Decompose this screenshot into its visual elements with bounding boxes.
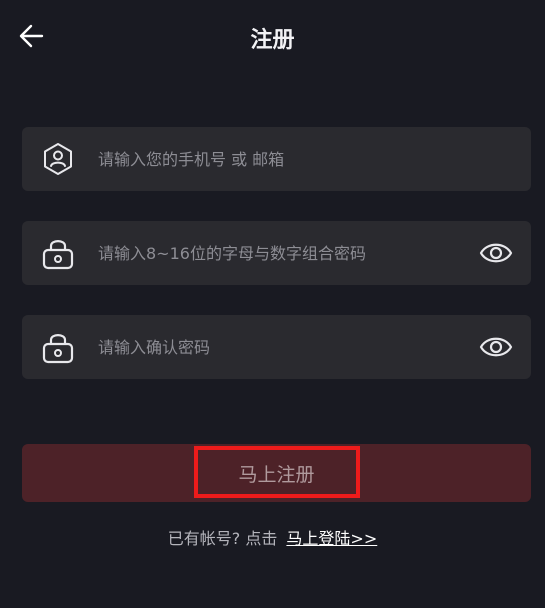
- register-button[interactable]: 马上注册: [22, 444, 531, 502]
- register-button-label: 马上注册: [238, 464, 315, 486]
- lock-icon: [42, 334, 74, 364]
- lock-icon: [42, 240, 74, 270]
- page-title: 注册: [250, 28, 295, 53]
- eye-icon[interactable]: [479, 331, 513, 363]
- eye-icon[interactable]: [479, 237, 513, 269]
- confirm-password-field[interactable]: [22, 315, 531, 379]
- header: 注册: [0, 0, 545, 76]
- confirm-password-input[interactable]: [98, 315, 468, 379]
- password-input[interactable]: [98, 221, 468, 285]
- user-icon: [44, 143, 72, 175]
- footer-prompt: 已有帐号? 点击: [167, 529, 278, 548]
- account-field[interactable]: [22, 127, 531, 191]
- password-field[interactable]: [22, 221, 531, 285]
- account-input[interactable]: [98, 127, 508, 191]
- login-link[interactable]: 马上登陆>>: [286, 529, 377, 548]
- footer: 已有帐号? 点击 马上登陆>>: [0, 525, 545, 549]
